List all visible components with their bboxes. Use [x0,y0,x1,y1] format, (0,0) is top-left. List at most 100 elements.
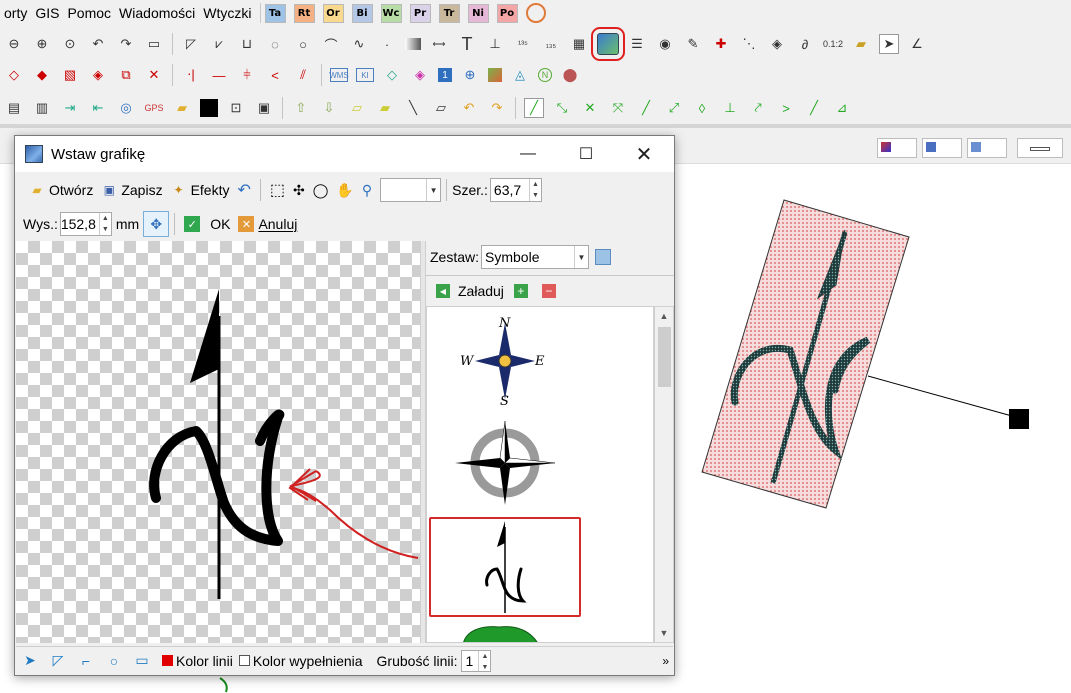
save-button[interactable]: ▣ Zapisz [97,178,166,202]
square-cut-icon[interactable]: ⧉ [116,65,136,85]
pointer-icon[interactable]: ➤ [20,651,40,671]
curve-icon[interactable]: ∿ [349,34,369,54]
line-color-swatch[interactable] [162,655,173,666]
ki-icon[interactable]: KI [356,68,374,82]
select-arrow-icon[interactable]: ➤ [879,34,899,54]
doc-tag-ta[interactable]: Ta [264,3,286,23]
load-back-icon[interactable]: ◀ [436,284,450,298]
doc-tag-po[interactable]: Po [496,3,518,23]
pan-hand-icon[interactable]: ✋ [332,178,357,202]
angle-icon[interactable]: ∠ [907,34,927,54]
pin-icon[interactable]: ⬤ [560,65,580,85]
height-spinner[interactable]: 152,8 ▲ ▼ [59,212,112,236]
symbol-compass-rose-color[interactable]: N E S W [427,311,653,411]
green-tool4-icon[interactable]: ╱ [636,98,656,118]
cross-icon[interactable]: ✚ [711,34,731,54]
export-icon[interactable]: ⇤ [88,98,108,118]
rect-select-icon[interactable]: ⬚ [266,178,289,202]
doc-tag-bi[interactable]: Bi [351,3,373,23]
globe2-icon[interactable]: ⊕ [460,65,480,85]
scroll-up-icon[interactable]: ▲ [655,307,673,325]
green-tool6-icon[interactable]: ◊ [692,98,712,118]
print2-icon[interactable]: ▥ [32,98,52,118]
zoom-icon[interactable]: ⚲ [358,178,376,202]
green-tool9-icon[interactable]: > [776,98,796,118]
scroll-thumb[interactable] [658,327,671,387]
print-icon[interactable]: ▤ [4,98,24,118]
label-icon[interactable]: ⊥ [485,34,505,54]
symbol-list-scrollbar[interactable]: ▲ ▼ [654,306,674,643]
green-tool5-icon[interactable]: ⤢ [664,98,684,118]
gradient-icon[interactable] [405,38,421,50]
polyline-tool-icon[interactable]: ◸ [48,651,68,671]
table-icon[interactable]: ▦ [569,34,589,54]
overflow-chevron-icon[interactable]: » [662,654,669,668]
doc-tag-ni[interactable]: Ni [467,3,489,23]
globe-icon[interactable] [525,3,546,23]
green-tool2-icon[interactable]: ✕ [580,98,600,118]
menu-item-pomoc[interactable]: Pomoc [63,5,115,21]
label3-icon[interactable]: ₁₃₅ [541,34,561,54]
zoom-out-icon[interactable]: ⊖ [4,34,24,54]
maximize-button[interactable]: ☐ [563,136,609,172]
graphic-preview[interactable] [16,241,420,643]
zoom-prev-icon[interactable]: ↶ [88,34,108,54]
diamond-red2-icon[interactable]: ◆ [32,65,52,85]
ok-button[interactable]: ✓ OK [180,212,234,236]
circle-tool-icon[interactable]: ○ [104,651,124,671]
symbol-tree[interactable] [427,621,653,642]
symbol-compass-rose-gray[interactable] [427,413,653,513]
cancel-button[interactable]: ✕ Anuluj [234,212,301,236]
thickness-spinner[interactable]: 1 ▲ ▼ [461,649,492,672]
copy-set-icon[interactable] [595,249,612,265]
dots-icon[interactable]: ⋱ [739,34,759,54]
snap-angle-icon[interactable]: < [265,65,285,85]
layer-color-button[interactable] [877,138,917,158]
move-down-icon[interactable]: ⇩ [319,98,339,118]
green-tool8-icon[interactable]: ⤤ [748,98,768,118]
add-icon[interactable]: + [513,284,528,298]
doc-tag-or[interactable]: Or [322,3,344,23]
scale-icon[interactable]: 0.1:2 [823,34,843,54]
line-color-label[interactable]: Kolor linii [176,653,233,669]
parallelogram-icon[interactable]: ▱ [431,98,451,118]
minimize-doc-button[interactable] [1017,138,1063,158]
fill-icon[interactable]: ◉ [655,34,675,54]
undo-icon[interactable]: ↶ [459,98,479,118]
snap-line-icon[interactable]: — [209,65,229,85]
close-button[interactable]: ✕ [621,136,667,172]
folder-icon[interactable]: ▰ [172,98,192,118]
target-icon[interactable]: ◎ [116,98,136,118]
black-square-icon[interactable] [200,99,218,117]
fit-move-icon[interactable]: ✥ [143,211,170,237]
doc-tag-tr[interactable]: Tr [438,3,460,23]
layer2-icon[interactable]: ◈ [410,65,430,85]
green-line-icon[interactable]: ╱ [524,98,544,118]
green-tool3-icon[interactable]: ⤧ [608,98,628,118]
ellipse-select-icon[interactable]: ◯ [309,178,333,202]
green-tool7-icon[interactable]: ⊥ [720,98,740,118]
x-cut-icon[interactable]: ✕ [144,65,164,85]
menu-item-wiadomosci[interactable]: Wiadomości [115,5,199,21]
prism-icon[interactable]: ◬ [510,65,530,85]
arc-icon[interactable]: ⌒ [321,34,341,54]
layer-help-button[interactable] [922,138,962,158]
menu-item-orty[interactable]: orty [0,5,31,21]
green-tool11-icon[interactable]: ⊿ [832,98,852,118]
redo-icon[interactable]: ↷ [487,98,507,118]
snap-perp-icon[interactable]: ⫩ [237,65,257,85]
effects-button[interactable]: ✦ Efekty [167,178,234,202]
doc-tag-pr[interactable]: Pr [409,3,431,23]
circle-dotted-icon[interactable]: ◌ [265,34,285,54]
circle-icon[interactable]: ○ [293,34,313,54]
import-icon[interactable]: ⇥ [60,98,80,118]
menu-item-gis[interactable]: GIS [31,5,63,21]
fill-color-label[interactable]: Kolor wypełnienia [253,653,363,669]
step-tool-icon[interactable]: ⌐ [76,651,96,671]
layer-copy-button[interactable] [967,138,1007,158]
rect-tool-icon[interactable]: ▭ [132,651,152,671]
point-icon[interactable]: · [377,34,397,54]
node-icon[interactable]: ⊡ [226,98,246,118]
brush-icon[interactable]: ✎ [683,34,703,54]
curve2-icon[interactable]: ∂ [795,34,815,54]
